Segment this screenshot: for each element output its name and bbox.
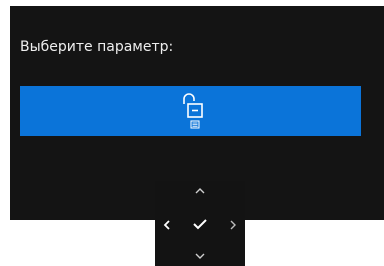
unlock-option-button[interactable] [20, 86, 361, 136]
chevron-right-icon[interactable] [228, 218, 238, 232]
joystick-guide [155, 181, 245, 266]
checkmark-icon[interactable] [192, 217, 208, 231]
osd-prompt-text: Выберите параметр: [20, 39, 174, 55]
chevron-up-icon[interactable] [193, 186, 207, 196]
chevron-down-icon[interactable] [193, 251, 207, 261]
chevron-left-icon[interactable] [162, 218, 172, 232]
padlock-unlocked-icon [183, 93, 203, 129]
monitor-screen: Выберите параметр: [0, 0, 384, 266]
